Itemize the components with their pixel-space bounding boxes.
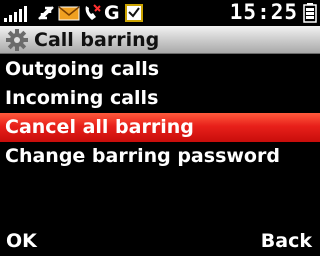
- menu-item-incoming-calls[interactable]: Incoming calls: [0, 84, 320, 113]
- menu-item-change-barring-password[interactable]: Change barring password: [0, 142, 320, 171]
- calendar-alert-icon: [125, 4, 143, 22]
- signal-strength-icon: [4, 6, 27, 22]
- softkey-bar: OK Back: [0, 226, 320, 256]
- page-title: Call barring: [34, 29, 160, 51]
- menu-item-cancel-all-barring[interactable]: Cancel all barring: [0, 113, 320, 142]
- data-transfer-icon: [38, 6, 54, 20]
- status-bar: G 15:25: [0, 0, 320, 26]
- title-bar: Call barring: [0, 26, 320, 54]
- ok-softkey[interactable]: OK: [6, 226, 37, 256]
- back-softkey[interactable]: Back: [261, 226, 312, 256]
- menu-item-outgoing-calls[interactable]: Outgoing calls: [0, 55, 320, 84]
- status-clock: 15:25: [229, 0, 298, 24]
- battery-icon: [303, 3, 317, 23]
- call-barring-menu: Outgoing calls Incoming calls Cancel all…: [0, 55, 320, 171]
- gear-icon: [6, 29, 28, 51]
- gprs-icon: G: [104, 2, 120, 24]
- missed-call-icon: [85, 4, 101, 20]
- new-message-icon: [58, 6, 80, 21]
